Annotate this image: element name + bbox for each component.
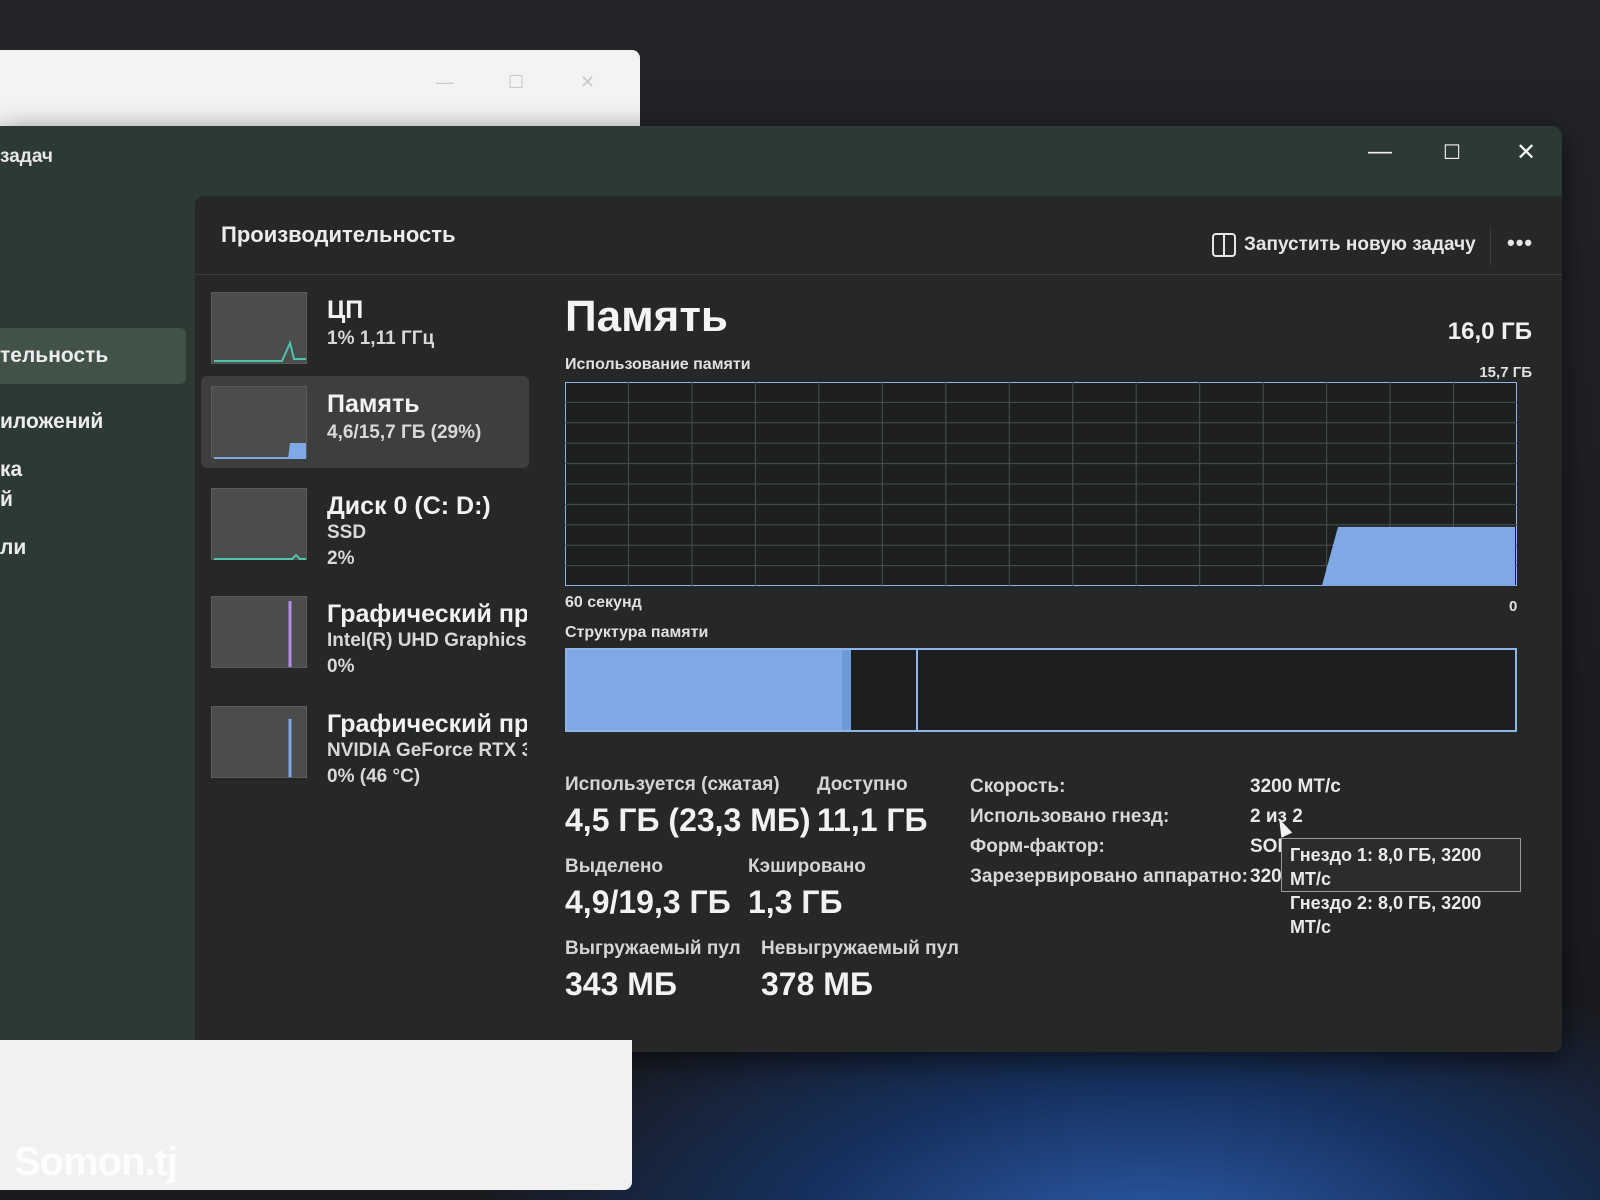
device-detail: 1% 1,11 ГГц — [327, 328, 435, 349]
close-button[interactable]: ✕ — [1506, 138, 1546, 167]
device-usage: 2% — [327, 548, 355, 569]
device-type: SSD — [327, 522, 367, 543]
paged-pool-value: 343 МБ — [565, 966, 677, 1002]
cpu-thumb-line — [214, 339, 306, 362]
device-item-memory[interactable]: Память 4,6/15,7 ГБ (29%) — [201, 376, 529, 468]
device-detail: 4,6/15,7 ГБ (29%) — [327, 422, 482, 443]
memory-standby-segment — [851, 650, 918, 730]
sidebar-item-details[interactable]: ли — [0, 536, 26, 560]
paged-pool-label: Выгружаемый пул — [565, 938, 741, 959]
device-item-gpu1[interactable]: Графический прс NVIDIA GeForce RTX 30 0%… — [201, 696, 529, 788]
watermark: Somon.tj — [14, 1140, 178, 1184]
slots-label: Использовано гнезд: — [970, 806, 1170, 827]
tooltip-line-2: Гнездо 2: 8,0 ГБ, 3200 МТ/с — [1290, 893, 1482, 937]
device-model: NVIDIA GeForce RTX 30 — [327, 740, 527, 761]
device-name: Графический прс — [327, 710, 527, 738]
disk-thumbnail-graph — [211, 488, 307, 560]
memory-in-use-segment — [567, 650, 842, 730]
title-bar: задач — ☐ ✕ — [0, 126, 1562, 188]
sidebar-item-users[interactable]: й — [0, 488, 13, 512]
minimize-icon: — — [436, 72, 454, 92]
memory-total: 16,0 ГБ — [1447, 318, 1532, 345]
cached-label: Кэшировано — [748, 856, 866, 877]
run-task-icon — [1212, 233, 1236, 257]
slots-tooltip: Гнездо 1: 8,0 ГБ, 3200 МТ/с Гнездо 2: 8,… — [1281, 838, 1521, 937]
cached-value: 1,3 ГБ — [748, 884, 843, 920]
device-name: Диск 0 (C: D:) — [327, 492, 491, 520]
app-title: задач — [0, 146, 53, 167]
device-name: ЦП — [327, 296, 364, 324]
maximize-button[interactable]: ☐ — [1432, 140, 1472, 165]
device-usage: 0% (46 °C) — [327, 766, 421, 787]
close-icon: ✕ — [580, 72, 596, 92]
sidebar-item-app-history[interactable]: иложений — [0, 410, 103, 434]
sidebar-item-performance[interactable]: тельность — [0, 328, 186, 384]
device-item-disk[interactable]: Диск 0 (C: D:) SSD 2% — [201, 478, 529, 570]
gpu0-thumbnail-graph — [211, 596, 307, 668]
task-manager-window: задач — ☐ ✕ тельность иложений ка й ли П… — [0, 126, 1562, 1052]
run-new-task-button[interactable]: Запустить новую задачу — [1212, 230, 1476, 260]
memory-usage-max: 15,7 ГБ — [1479, 364, 1532, 381]
sidebar-item-startup[interactable]: ка — [0, 458, 22, 482]
memory-structure-bar — [565, 648, 1517, 732]
memory-thumbnail-graph — [211, 386, 307, 459]
performance-panel: Производительность Запустить новую задач… — [195, 196, 1562, 1052]
time-axis-end: 0 — [1509, 598, 1518, 615]
page-title: Производительность — [221, 222, 456, 247]
available-value: 11,1 ГБ — [817, 802, 928, 838]
nonpaged-pool-value: 378 МБ — [761, 966, 873, 1002]
committed-value: 4,9/19,3 ГБ — [565, 884, 731, 920]
device-item-gpu0[interactable]: Графический прс Intel(R) UHD Graphics 0% — [201, 586, 529, 678]
more-options-button[interactable]: ••• — [1507, 230, 1533, 256]
device-name: Графический прс — [327, 600, 527, 628]
tooltip-line-1: Гнездо 1: 8,0 ГБ, 3200 МТ/с — [1290, 845, 1482, 889]
time-axis-start: 60 секунд — [565, 594, 642, 611]
hardware-reserved-label: Зарезервировано аппаратно: — [970, 866, 1248, 887]
maximize-icon: ☐ — [508, 72, 525, 92]
hardware-reserved-value: 320 — [1250, 866, 1282, 887]
in-use-value: 4,5 ГБ (23,3 МБ) — [565, 802, 811, 838]
device-item-cpu[interactable]: ЦП 1% 1,11 ГГц — [201, 282, 529, 374]
memory-usage-area — [1321, 526, 1515, 586]
form-factor-label: Форм-фактор: — [970, 836, 1105, 857]
memory-thumb-fill — [288, 443, 306, 459]
speed-value: 3200 МТ/с — [1250, 776, 1341, 797]
header-separator — [1490, 226, 1491, 266]
memory-title: Память — [565, 292, 728, 341]
memory-structure-label: Структура памяти — [565, 624, 709, 641]
nonpaged-pool-label: Невыгружаемый пул — [761, 938, 959, 959]
run-task-label: Запустить новую задачу — [1244, 234, 1476, 255]
device-usage: 0% — [327, 656, 355, 677]
disk-thumb-line — [214, 553, 306, 560]
gpu1-thumbnail-graph — [211, 706, 307, 778]
cpu-thumbnail-graph — [211, 292, 307, 364]
sidebar-nav: тельность иложений ка й ли — [0, 188, 195, 1052]
background-window: — ☐ ✕ — [0, 50, 640, 130]
in-use-label: Используется (сжатая) — [565, 774, 780, 795]
speed-label: Скорость: — [970, 776, 1066, 797]
minimize-button[interactable]: — — [1360, 138, 1400, 166]
memory-usage-graph — [565, 382, 1517, 586]
device-name: Память — [327, 390, 420, 418]
committed-label: Выделено — [565, 856, 664, 877]
memory-modified-segment — [841, 650, 852, 730]
available-label: Доступно — [817, 774, 908, 795]
header-divider — [195, 274, 1562, 275]
memory-usage-label: Использование памяти — [565, 356, 751, 373]
device-model: Intel(R) UHD Graphics — [327, 630, 527, 651]
